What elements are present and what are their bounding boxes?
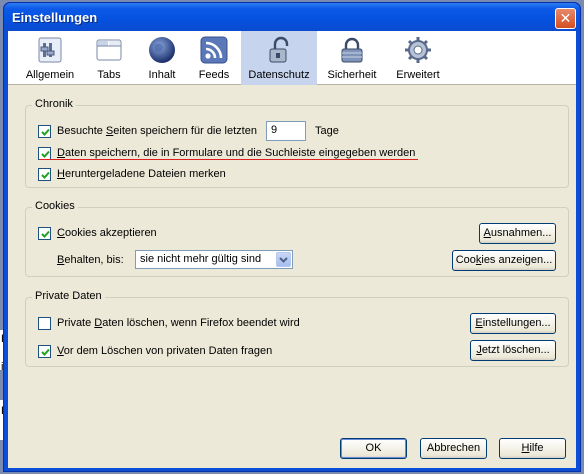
ask-before-label: Vor dem Löschen von privaten Daten frage… (57, 345, 273, 357)
group-legend: Private Daten (32, 290, 105, 302)
tab-label: Datenschutz (248, 69, 310, 81)
close-icon: ✕ (559, 10, 572, 26)
show-cookies-button[interactable]: Cookies anzeigen... (452, 250, 556, 271)
forms-label: Daten speichern, die in Formulare und di… (57, 147, 416, 159)
downloads-checkbox[interactable] (38, 168, 51, 181)
gear-icon (405, 37, 431, 63)
tab-label: Sicherheit (327, 69, 377, 81)
clear-now-button[interactable]: Jetzt löschen... (470, 340, 556, 361)
general-switch-icon (38, 37, 62, 63)
private-data-group: Private Daten Private Daten löschen, wen… (25, 290, 569, 367)
feed-icon (200, 36, 228, 64)
close-button[interactable]: ✕ (555, 8, 576, 29)
clear-on-exit-label: Private Daten löschen, wenn Firefox been… (57, 317, 300, 329)
exceptions-button[interactable]: Ausnahmen... (479, 223, 556, 244)
cookies-accept-checkbox[interactable] (38, 227, 51, 240)
chevron-down-icon[interactable] (276, 252, 291, 267)
help-button[interactable]: Hilfe (499, 438, 566, 459)
tab-tabs[interactable]: Tabs (84, 31, 134, 85)
tab-label: Tabs (97, 69, 121, 81)
tab-label: Erweitert (396, 69, 440, 81)
globe-icon (149, 37, 175, 63)
annotation-underline (39, 159, 418, 160)
window-title: Einstellungen (12, 10, 98, 25)
tab-allgemein[interactable]: Allgemein (20, 31, 80, 85)
history-checkbox[interactable] (38, 125, 51, 138)
keep-until-select[interactable]: sie nicht mehr gültig sind (135, 250, 293, 269)
tab-datenschutz[interactable]: Datenschutz (241, 31, 317, 85)
security-padlock-icon (341, 37, 363, 63)
tab-feeds[interactable]: Feeds (190, 31, 238, 85)
clear-on-exit-checkbox[interactable] (38, 317, 51, 330)
cookies-group: Cookies Cookies akzeptieren Ausnahmen...… (25, 200, 569, 277)
settings-dialog: Einstellungen ✕ Allgemein Tabs Inhalt Fe… (3, 2, 581, 472)
keep-until-value: sie nicht mehr gültig sind (140, 253, 262, 265)
lock-icon (269, 36, 289, 63)
group-legend: Chronik (32, 98, 76, 110)
tab-inhalt[interactable]: Inhalt (136, 31, 188, 85)
downloads-label: Heruntergeladene Dateien merken (57, 168, 226, 180)
private-settings-button[interactable]: Einstellungen... (470, 313, 556, 334)
tabs-window-icon (96, 39, 122, 61)
ok-button[interactable]: OK (340, 438, 407, 459)
tab-label: Allgemein (25, 69, 75, 81)
tab-label: Feeds (198, 69, 230, 81)
ask-before-checkbox[interactable] (38, 345, 51, 358)
tab-label: Inhalt (148, 69, 176, 81)
tab-sicherheit[interactable]: Sicherheit (321, 31, 383, 85)
keep-until-label: Behalten, bis: (57, 254, 124, 266)
history-days-input[interactable]: 9 (266, 121, 306, 141)
history-label: Besuchte Seiten speichern für die letzte… (57, 125, 257, 137)
title-bar[interactable]: Einstellungen ✕ (4, 3, 580, 31)
cancel-button[interactable]: Abbrechen (420, 438, 487, 459)
chronik-group: Chronik Besuchte Seiten speichern für di… (25, 98, 569, 188)
cookies-accept-label: Cookies akzeptieren (57, 227, 157, 239)
history-days-unit: Tage (315, 125, 339, 137)
group-legend: Cookies (32, 200, 78, 212)
dialog-client-area: Allgemein Tabs Inhalt Feeds Datenschutz … (8, 31, 576, 468)
tab-erweitert[interactable]: Erweitert (388, 31, 448, 85)
preferences-toolbar: Allgemein Tabs Inhalt Feeds Datenschutz … (8, 31, 576, 85)
